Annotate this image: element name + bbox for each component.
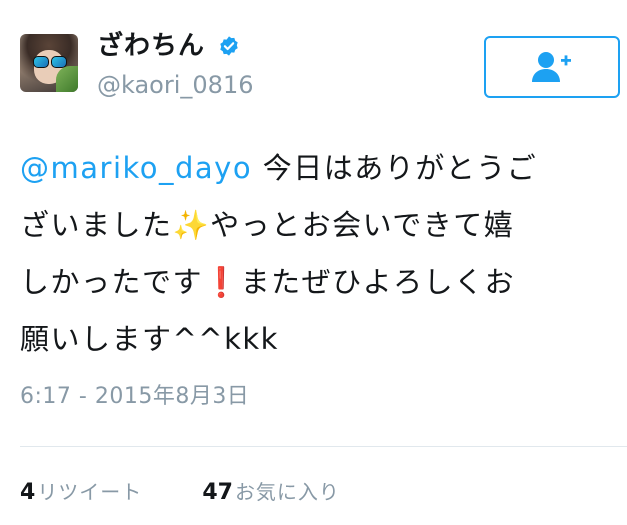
tweet-text-line-3: しかったです❗またぜひよろしくお xyxy=(20,254,620,311)
favorite-count: 47 xyxy=(202,480,233,505)
mention-link[interactable]: @mariko_dayo xyxy=(20,151,252,185)
tweet-text-segment: ざいました xyxy=(20,208,173,242)
divider xyxy=(20,446,627,447)
follow-person-plus-icon xyxy=(532,52,571,82)
retweet-count: 4 xyxy=(20,480,36,505)
verified-badge-icon xyxy=(220,36,238,56)
tweet-text-segment: またぜひよろしくお xyxy=(240,265,516,299)
tweet-text-segment: しかったです xyxy=(20,265,204,299)
sparkles-emoji-icon: ✨ xyxy=(172,208,211,242)
tweet-stats: 4 リツイート 47 お気に入り xyxy=(20,477,340,508)
tweet-timestamp[interactable]: 6:17 - 2015年8月3日 xyxy=(20,382,249,412)
retweet-stat[interactable]: 4 リツイート xyxy=(20,477,142,508)
avatar-background-leaf xyxy=(56,66,78,92)
user-handle[interactable]: @kaori_0816 xyxy=(97,70,253,100)
retweet-label: リツイート xyxy=(37,480,143,504)
follow-button[interactable] xyxy=(484,36,620,98)
favorite-stat[interactable]: 47 お気に入り xyxy=(202,477,340,508)
display-name[interactable]: ざわちん xyxy=(97,30,205,62)
tweet-text-line-4: 願いします^^kkk xyxy=(20,311,620,368)
tweet-text: @mariko_dayo 今日はありがとうご ざいました✨やっとお会いできて嬉 … xyxy=(20,140,620,368)
exclamation-emoji-icon: ❗ xyxy=(203,265,241,299)
avatar[interactable] xyxy=(20,34,78,92)
tweet-text-segment: 今日はありがとうご xyxy=(252,151,538,185)
favorite-label: お気に入り xyxy=(234,480,340,504)
tweet-text-line-1: @mariko_dayo 今日はありがとうご xyxy=(20,140,620,197)
tweet-text-segment: やっとお会いできて嬉 xyxy=(210,208,515,242)
avatar-sunglasses-left xyxy=(33,56,49,68)
tweet-text-line-2: ざいました✨やっとお会いできて嬉 xyxy=(20,197,620,254)
tweet-text-segment: 願いします^^kkk xyxy=(20,322,279,356)
